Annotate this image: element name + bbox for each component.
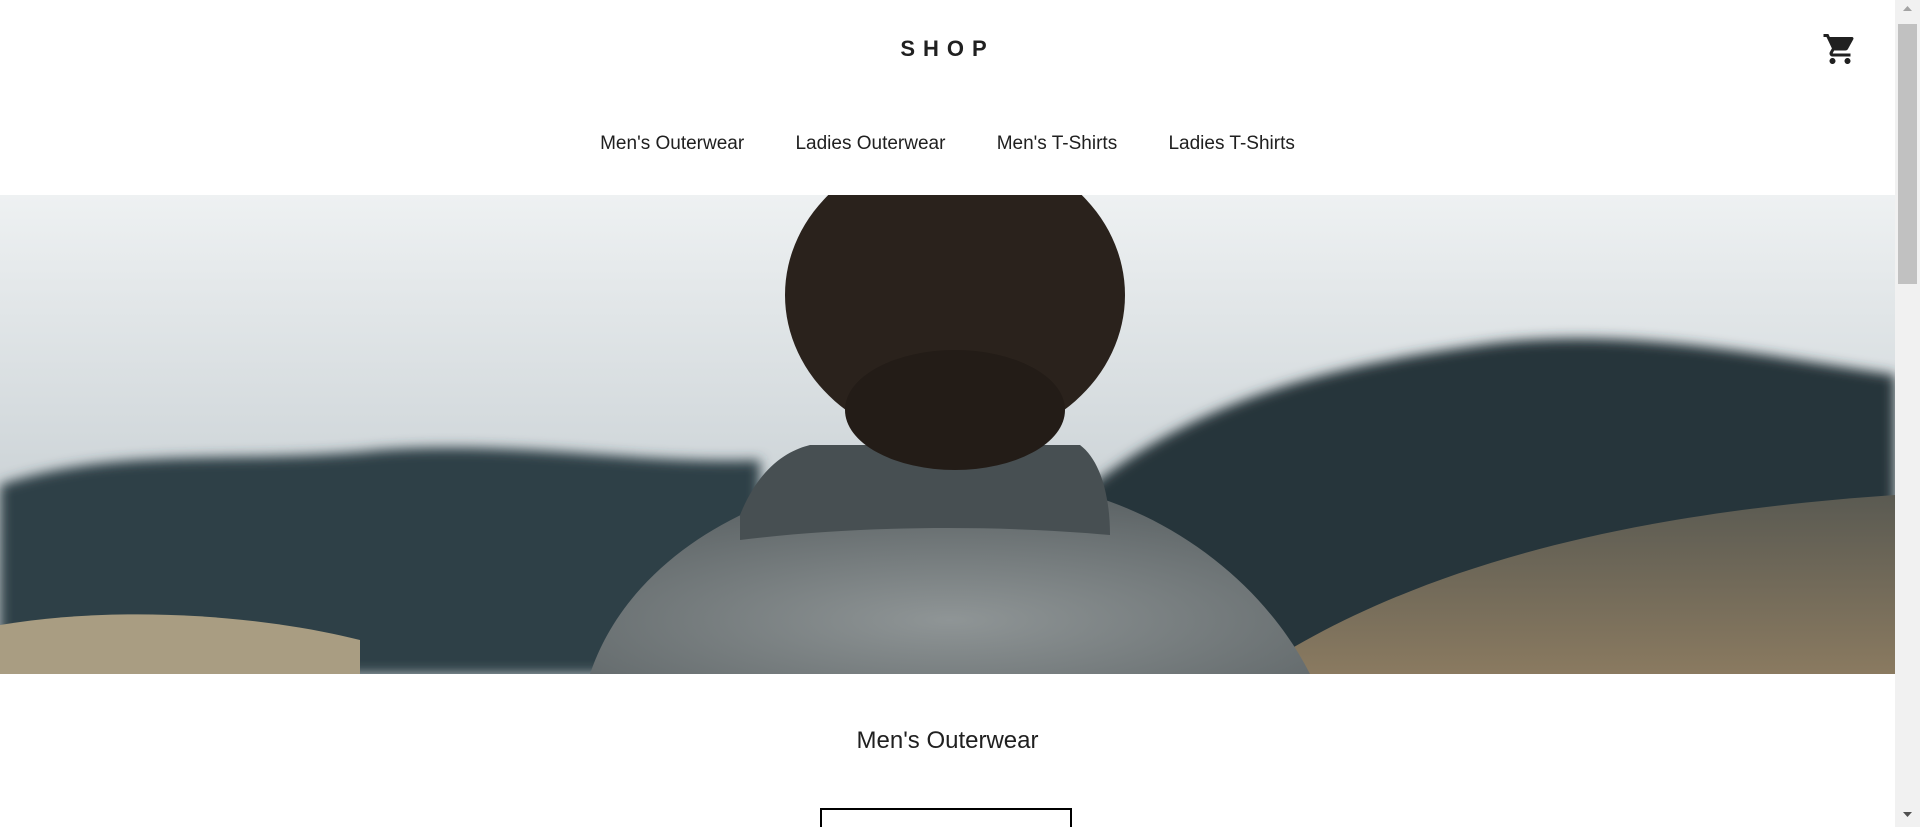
hero-banner[interactable] [0, 195, 1895, 674]
cart-icon [1823, 34, 1854, 64]
nav-ladies-tshirts[interactable]: Ladies T-Shirts [1168, 133, 1294, 155]
hero-image [0, 195, 1895, 674]
hero-neck [845, 350, 1065, 470]
vertical-scrollbar[interactable] [1895, 0, 1920, 827]
nav-ladies-outerwear[interactable]: Ladies Outerwear [795, 133, 945, 155]
scroll-up-arrow-icon[interactable] [1895, 0, 1920, 17]
shop-logo[interactable]: SHOP [0, 36, 1895, 62]
nav-mens-tshirts[interactable]: Men's T-Shirts [997, 133, 1117, 155]
cart-button[interactable] [1822, 31, 1858, 67]
nav-mens-outerwear[interactable]: Men's Outerwear [600, 133, 744, 155]
category-nav: Men's Outerwear Ladies Outerwear Men's T… [0, 133, 1895, 155]
scroll-down-arrow-icon[interactable] [1895, 806, 1920, 823]
scroll-thumb[interactable] [1898, 24, 1917, 284]
header: SHOP [0, 0, 1895, 100]
shop-page: SHOP Men's Outerwear Ladies Outerwear Me… [0, 0, 1895, 827]
shop-now-button[interactable] [820, 808, 1072, 827]
section-title: Men's Outerwear [856, 727, 1039, 754]
